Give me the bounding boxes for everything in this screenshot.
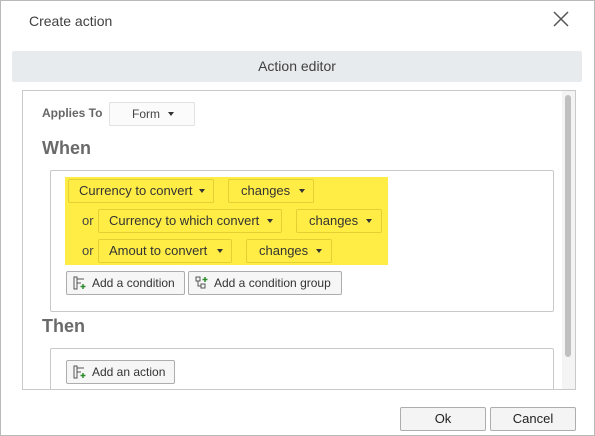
condition-field-dropdown[interactable]: Currency to convert: [68, 179, 214, 203]
add-action-label: Add an action: [92, 365, 166, 379]
chevron-down-icon: [299, 189, 305, 193]
condition-field-label: Amout to convert: [109, 243, 208, 258]
chevron-down-icon: [217, 249, 223, 253]
applies-to-dropdown[interactable]: Form: [109, 102, 195, 126]
conditions-box: Currency to convert changes or Currency …: [50, 170, 554, 312]
applies-to-label: Applies To: [42, 106, 103, 120]
applies-to-value: Form: [132, 107, 160, 121]
add-condition-button[interactable]: Add a condition: [66, 271, 185, 295]
dialog-title: Create action: [29, 13, 113, 29]
cancel-button[interactable]: Cancel: [490, 407, 576, 431]
ok-button[interactable]: Ok: [400, 407, 486, 431]
editor-panel: Applies To Form When Currency to convert…: [22, 90, 576, 390]
condition-connector: or: [82, 243, 94, 258]
add-condition-icon: [73, 276, 86, 290]
close-icon[interactable]: [549, 7, 573, 31]
add-condition-group-label: Add a condition group: [214, 276, 331, 290]
condition-connector: or: [82, 213, 94, 228]
condition-operator-dropdown[interactable]: changes: [296, 209, 382, 233]
condition-field-label: Currency to convert: [79, 183, 193, 198]
scrollbar-thumb[interactable]: [565, 95, 571, 357]
add-action-button[interactable]: Add an action: [66, 360, 175, 384]
title-bar: Create action: [1, 1, 594, 41]
chevron-down-icon: [267, 219, 273, 223]
add-condition-group-icon: [195, 276, 208, 289]
then-heading: Then: [42, 316, 85, 336]
chevron-down-icon: [168, 112, 174, 116]
chevron-down-icon: [366, 219, 372, 223]
condition-field-dropdown[interactable]: Amout to convert: [98, 239, 232, 263]
chevron-down-icon: [316, 249, 322, 253]
actions-box: Add an action: [50, 348, 554, 389]
condition-operator-label: changes: [241, 183, 291, 198]
condition-operator-label: changes: [259, 243, 309, 258]
add-action-icon: [73, 365, 86, 379]
condition-operator-dropdown[interactable]: changes: [246, 239, 332, 263]
when-heading: When: [42, 138, 91, 158]
condition-field-label: Currency to which convert: [109, 213, 260, 228]
vertical-scrollbar[interactable]: [562, 91, 575, 389]
action-editor-header: Action editor: [12, 51, 582, 82]
add-condition-group-button[interactable]: Add a condition group: [188, 271, 342, 295]
condition-field-dropdown[interactable]: Currency to which convert: [98, 209, 282, 233]
create-action-dialog: Create action Action editor Applies To F…: [0, 0, 595, 436]
condition-operator-label: changes: [309, 213, 359, 228]
add-condition-label: Add a condition: [92, 276, 175, 290]
chevron-down-icon: [199, 189, 205, 193]
condition-operator-dropdown[interactable]: changes: [228, 179, 314, 203]
